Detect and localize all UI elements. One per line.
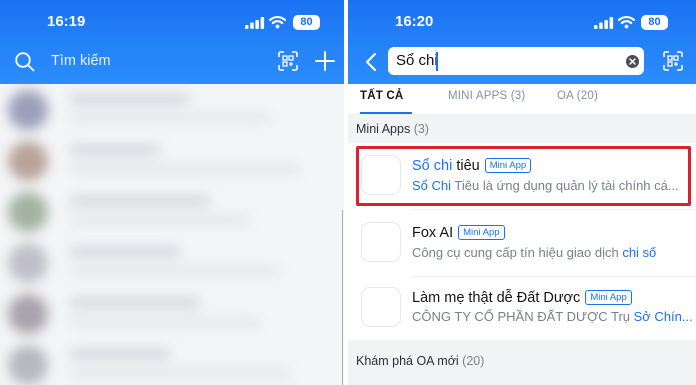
section-header-mini-apps: Mini Apps (3) xyxy=(348,115,696,143)
status-time: 16:19 xyxy=(47,13,86,30)
search-input[interactable]: Sổ chi xyxy=(388,47,644,75)
highlight-annotation-box xyxy=(356,146,691,206)
tab-mini-apps[interactable]: MINI APPS (3) xyxy=(448,90,525,102)
section-count: (20) xyxy=(462,354,485,368)
search-icon[interactable] xyxy=(14,51,36,73)
signal-icon xyxy=(245,17,265,29)
result-tabs: TẤT CẢ MINI APPS (3) OA (20) xyxy=(348,84,696,114)
tab-all[interactable]: TẤT CẢ xyxy=(360,90,403,102)
wifi-icon xyxy=(618,15,635,29)
qr-scan-icon[interactable] xyxy=(663,51,683,71)
search-placeholder[interactable]: Tìm kiếm xyxy=(51,53,111,69)
desc-highlight: Sở Chín... xyxy=(633,309,693,324)
plus-icon[interactable] xyxy=(314,50,336,72)
qr-scan-icon[interactable] xyxy=(278,51,298,71)
status-bar: 16:19 80 xyxy=(0,0,344,44)
list-item-fox-ai[interactable]: Fox AI Mini App Công cụ cung cấp tín hiệu… xyxy=(348,210,696,276)
blurred-conversation-list xyxy=(0,84,344,385)
section-count: (3) xyxy=(413,122,429,136)
result-title: Làm mẹ thật dễ Đất Dược Mini App xyxy=(412,290,632,306)
back-icon[interactable] xyxy=(364,52,378,72)
list-item xyxy=(0,237,344,288)
desc-highlight: chi số xyxy=(622,245,657,260)
text-caret xyxy=(436,52,438,71)
split-screenshot: 16:19 80 Tìm kiếm 16:20 80 Sổ chi TẤT CẢ… xyxy=(0,0,696,385)
section-title: Khám phá OA mới xyxy=(356,354,459,368)
desc-pre: Công cụ cung cấp tín hiệu giao dịch xyxy=(412,245,623,260)
app-thumbnail xyxy=(361,287,401,327)
wifi-icon xyxy=(269,15,286,29)
desc-pre: CÔNG TY CỔ PHẦN ĐẤT DƯỢC Trụ xyxy=(412,309,634,324)
title-rest: Fox AI xyxy=(412,225,454,241)
battery-icon: 80 xyxy=(293,15,320,30)
list-item xyxy=(0,186,344,237)
list-item xyxy=(0,84,344,135)
section-title: Mini Apps xyxy=(356,122,411,136)
signal-icon xyxy=(594,17,614,29)
title-rest: Làm mẹ thật dễ Đất Dược xyxy=(412,290,581,306)
header-bar: 16:20 80 Sổ chi xyxy=(348,0,696,84)
section-header-oa: Khám phá OA mới (20) xyxy=(348,340,696,385)
list-item-lam-me-that-de[interactable]: Làm mẹ thật dễ Đất Dược Mini App CÔNG TY … xyxy=(348,277,696,343)
result-description: CÔNG TY CỔ PHẦN ĐẤT DƯỢC Trụ Sở Chín... xyxy=(412,309,693,324)
list-item xyxy=(0,135,344,186)
header-bar: 16:19 80 Tìm kiếm xyxy=(0,0,344,84)
battery-icon: 80 xyxy=(641,15,668,30)
status-time: 16:20 xyxy=(395,13,434,30)
app-thumbnail xyxy=(361,222,401,262)
list-item xyxy=(0,339,344,385)
tab-oa[interactable]: OA (20) xyxy=(557,90,598,102)
status-bar: 16:20 80 xyxy=(348,0,696,44)
search-value: Sổ chi xyxy=(396,52,438,69)
mini-app-badge: Mini App xyxy=(458,225,505,240)
list-item xyxy=(0,288,344,339)
chat-list-screen: 16:19 80 Tìm kiếm xyxy=(0,0,344,385)
result-description: Công cụ cung cấp tín hiệu giao dịch chi … xyxy=(412,245,656,260)
clear-icon[interactable] xyxy=(626,55,639,68)
mini-app-badge: Mini App xyxy=(585,290,632,305)
result-title: Fox AI Mini App xyxy=(412,225,505,241)
panel-edge-line xyxy=(342,210,343,385)
